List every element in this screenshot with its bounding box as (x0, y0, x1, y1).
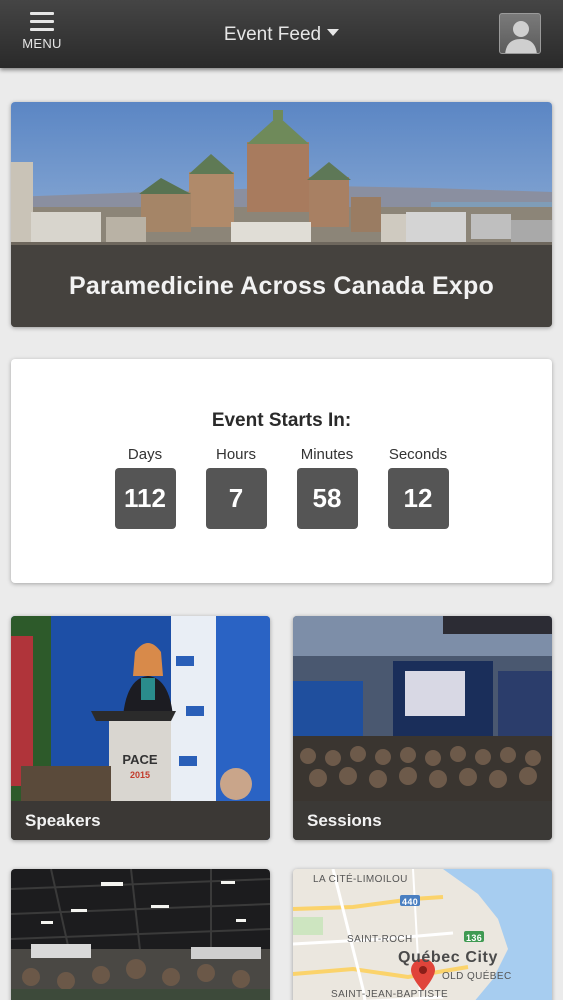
speakers-tile[interactable]: PACE 2015 Speakers (11, 616, 270, 840)
map-label-quebec-city: Québec City (398, 949, 498, 966)
countdown-days: Days 112 (114, 446, 176, 529)
exhibit-hall-photo (11, 869, 270, 1000)
speakers-label: Speakers (11, 801, 270, 840)
podium-sign-text: PACE (122, 752, 157, 767)
user-avatar-icon (505, 21, 537, 53)
sessions-tile[interactable]: Sessions (293, 616, 552, 840)
event-hero-banner[interactable]: Paramedicine Across Canada Expo (11, 102, 552, 327)
countdown-label: Seconds (388, 446, 448, 463)
countdown-value: 58 (296, 468, 358, 529)
countdown-seconds: Seconds 12 (387, 446, 449, 529)
map-label-route-440: 440 (402, 897, 419, 907)
exhibit-hall-tile[interactable] (11, 869, 270, 1000)
countdown-card: Event Starts In: Days 112 Hours 7 Minute… (11, 359, 552, 583)
countdown-title: Event Starts In: (211, 410, 352, 431)
countdown-value: 12 (387, 468, 449, 529)
countdown-label: Hours (215, 446, 256, 463)
podium-year-text: 2015 (130, 770, 150, 780)
map-label-route-136: 136 (466, 933, 483, 943)
countdown-hours: Hours 7 (205, 446, 267, 529)
countdown-value: 112 (114, 468, 176, 529)
countdown-label: Minutes (300, 446, 354, 463)
countdown-minutes: Minutes 58 (296, 446, 358, 529)
event-feed-title: Event Feed (223, 24, 322, 45)
map-label-old-quebec: OLD QUÉBEC (442, 971, 512, 982)
countdown-value: 7 (205, 468, 267, 529)
quebec-map-image (293, 869, 552, 1000)
sessions-label: Sessions (293, 801, 552, 840)
map-label-limoilou: LA CITÉ-LIMOILOU (313, 874, 408, 885)
countdown-label: Days (127, 446, 163, 463)
caret-down-icon (327, 29, 340, 36)
top-navigation-bar: MENU Event Feed (0, 0, 563, 68)
event-title: Paramedicine Across Canada Expo (11, 245, 552, 327)
map-label-saint-roch: SAINT-ROCH (347, 934, 413, 945)
map-tile[interactable]: LA CITÉ-LIMOILOU 440 SAINT-ROCH 136 Québ… (293, 869, 552, 1000)
event-feed-dropdown[interactable]: Event Feed (0, 24, 563, 46)
profile-button[interactable] (499, 13, 541, 54)
map-label-saint-jean-baptiste: SAINT-JEAN-BAPTISTE (331, 989, 449, 1000)
